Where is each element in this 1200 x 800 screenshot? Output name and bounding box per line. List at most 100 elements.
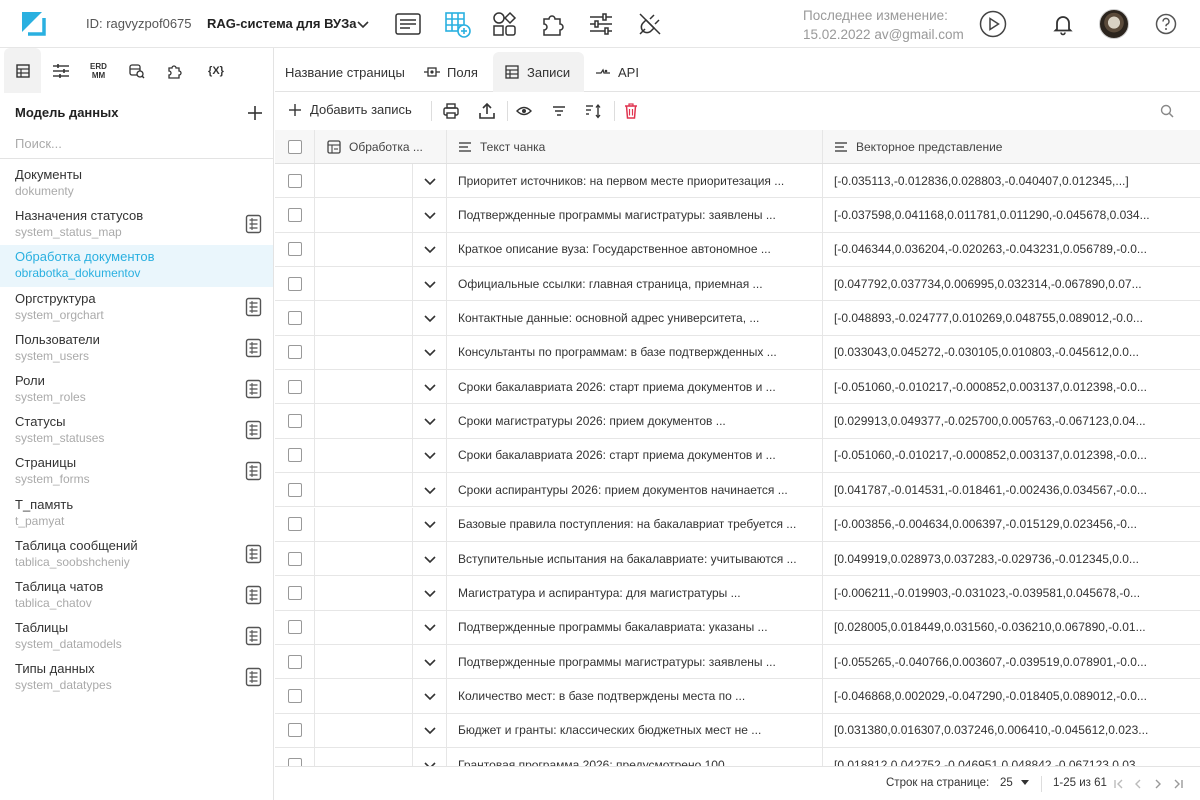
chevron-down-icon[interactable] bbox=[413, 198, 447, 232]
chunk-text-cell[interactable]: Грантовая программа 2026: предусмотрено … bbox=[447, 747, 823, 766]
row-checkbox[interactable] bbox=[287, 585, 302, 600]
sidebar-item-system_orgchart[interactable]: Оргструктура system_orgchart bbox=[0, 287, 273, 328]
chevron-down-icon[interactable] bbox=[413, 713, 447, 747]
vector-cell[interactable]: [0.031380,0.016307,0.037246,0.006410,-0.… bbox=[823, 714, 1200, 747]
processing-cell[interactable] bbox=[315, 507, 413, 541]
vector-cell[interactable]: [-0.055265,-0.040766,0.003607,-0.039519,… bbox=[823, 645, 1200, 678]
document-icon[interactable] bbox=[245, 544, 262, 564]
row-checkbox[interactable] bbox=[287, 654, 302, 669]
chevron-down-icon[interactable] bbox=[413, 267, 447, 301]
row-checkbox[interactable] bbox=[287, 482, 302, 497]
document-icon[interactable] bbox=[245, 297, 262, 317]
table-row[interactable]: Сроки бакалавриата 2026: старт приема до… bbox=[275, 370, 1200, 405]
row-checkbox[interactable] bbox=[287, 448, 302, 463]
chevron-down-icon[interactable] bbox=[413, 473, 447, 507]
table-row[interactable]: Приоритет источников: на первом месте пр… bbox=[275, 164, 1200, 199]
column-header-processing[interactable]: Обработка ... bbox=[315, 130, 447, 163]
chevron-down-icon[interactable] bbox=[413, 370, 447, 404]
row-checkbox-cell[interactable] bbox=[275, 610, 315, 644]
row-checkbox[interactable] bbox=[287, 620, 302, 635]
row-checkbox-cell[interactable] bbox=[275, 438, 315, 473]
sidebar-item-system_datatypes[interactable]: Типы данных system_datatypes bbox=[0, 657, 273, 698]
chevron-down-icon[interactable] bbox=[413, 610, 447, 644]
table-row[interactable]: Сроки аспирантуры 2026: прием документов… bbox=[275, 473, 1200, 508]
vector-cell[interactable]: [-0.037598,0.041168,0.011781,0.011290,-0… bbox=[823, 198, 1200, 231]
table-row[interactable]: Консультанты по программам: в базе подтв… bbox=[275, 335, 1200, 371]
chunk-text-cell[interactable]: Сроки бакалавриата 2026: старт приема до… bbox=[447, 438, 823, 473]
chunk-text-cell[interactable]: Магистратура и аспирантура: для магистра… bbox=[447, 576, 823, 610]
search-icon[interactable] bbox=[1157, 101, 1177, 121]
vector-cell[interactable]: [-0.051060,-0.010217,-0.000852,0.003137,… bbox=[823, 439, 1200, 472]
chevron-down-icon[interactable] bbox=[413, 541, 447, 576]
processing-cell[interactable] bbox=[315, 301, 413, 335]
print-icon[interactable] bbox=[441, 101, 461, 121]
row-checkbox[interactable] bbox=[287, 242, 302, 257]
row-checkbox-cell[interactable] bbox=[275, 507, 315, 541]
select-all-checkbox-cell[interactable] bbox=[275, 130, 315, 163]
row-checkbox[interactable] bbox=[287, 173, 302, 188]
sidebar-item-tablica_soobshcheniy[interactable]: Таблица сообщений tablica_soobshcheniy bbox=[0, 534, 273, 575]
first-page-icon[interactable] bbox=[1112, 777, 1126, 791]
chevron-down-icon[interactable] bbox=[413, 164, 447, 198]
table-add-icon[interactable] bbox=[443, 10, 471, 38]
vector-cell[interactable]: [-0.046344,0.036204,-0.020263,-0.043231,… bbox=[823, 233, 1200, 266]
document-icon[interactable] bbox=[245, 585, 262, 605]
chunk-text-cell[interactable]: Приоритет источников: на первом месте пр… bbox=[447, 164, 823, 198]
row-checkbox-cell[interactable] bbox=[275, 713, 315, 747]
document-icon[interactable] bbox=[245, 626, 262, 646]
chunk-text-cell[interactable]: Подтвержденные программы магистратуры: з… bbox=[447, 644, 823, 679]
vector-cell[interactable]: [0.041787,-0.014531,-0.018461,-0.002436,… bbox=[823, 473, 1200, 506]
table-row[interactable]: Количество мест: в базе подтверждены мес… bbox=[275, 679, 1200, 714]
sort-icon[interactable] bbox=[583, 101, 603, 121]
form-view-icon[interactable] bbox=[394, 10, 422, 38]
table-row[interactable]: Подтвержденные программы бакалавриата: у… bbox=[275, 610, 1200, 645]
chunk-text-cell[interactable]: Сроки бакалавриата 2026: старт приема до… bbox=[447, 370, 823, 404]
vector-cell[interactable]: [0.047792,0.037734,0.006995,0.032314,-0.… bbox=[823, 267, 1200, 300]
user-avatar[interactable] bbox=[1099, 9, 1129, 39]
tab-page-name[interactable]: Название страницы bbox=[285, 52, 405, 92]
document-icon[interactable] bbox=[245, 379, 262, 399]
chunk-text-cell[interactable]: Вступительные испытания на бакалавриате:… bbox=[447, 541, 823, 576]
chevron-down-icon[interactable] bbox=[413, 232, 447, 267]
table-row[interactable]: Подтвержденные программы магистратуры: з… bbox=[275, 198, 1200, 233]
chevron-down-icon[interactable] bbox=[413, 438, 447, 473]
table-row[interactable]: Вступительные испытания на бакалавриате:… bbox=[275, 541, 1200, 577]
processing-cell[interactable] bbox=[315, 232, 413, 267]
row-checkbox[interactable] bbox=[287, 551, 302, 566]
processing-cell[interactable] bbox=[315, 541, 413, 576]
chunk-text-cell[interactable]: Количество мест: в базе подтверждены мес… bbox=[447, 679, 823, 713]
vector-cell[interactable]: [0.029913,0.049377,-0.025700,0.005763,-0… bbox=[823, 404, 1200, 437]
row-checkbox-cell[interactable] bbox=[275, 370, 315, 404]
row-checkbox[interactable] bbox=[287, 379, 302, 394]
processing-cell[interactable] bbox=[315, 576, 413, 610]
chunk-text-cell[interactable]: Подтвержденные программы магистратуры: з… bbox=[447, 198, 823, 232]
chunk-text-cell[interactable]: Краткое описание вуза: Государственное а… bbox=[447, 232, 823, 267]
row-checkbox-cell[interactable] bbox=[275, 576, 315, 610]
table-row[interactable]: Контактные данные: основной адрес универ… bbox=[275, 301, 1200, 336]
tab-tables[interactable] bbox=[4, 48, 41, 93]
processing-cell[interactable] bbox=[315, 198, 413, 232]
rows-per-page-select[interactable]: 25 bbox=[1000, 777, 1013, 789]
row-checkbox-cell[interactable] bbox=[275, 644, 315, 679]
sidebar-item-system_datamodels[interactable]: Таблицы system_datamodels bbox=[0, 616, 273, 657]
vector-cell[interactable]: [-0.046868,0.002029,-0.047290,-0.018405,… bbox=[823, 679, 1200, 712]
sidebar-item-system_statuses[interactable]: Статусы system_statuses bbox=[0, 410, 273, 451]
filter-icon[interactable] bbox=[549, 101, 569, 121]
tab-settings[interactable] bbox=[42, 48, 79, 93]
processing-cell[interactable] bbox=[315, 164, 413, 198]
delete-icon[interactable] bbox=[621, 101, 641, 121]
table-row[interactable]: Сроки магистратуры 2026: прием документо… bbox=[275, 404, 1200, 439]
document-icon[interactable] bbox=[245, 420, 262, 440]
chunk-text-cell[interactable]: Сроки магистратуры 2026: прием документо… bbox=[447, 404, 823, 438]
tab-api[interactable]: API bbox=[595, 52, 639, 92]
puzzle-icon[interactable] bbox=[539, 10, 567, 38]
vector-cell[interactable]: [-0.006211,-0.019903,-0.031023,-0.039581… bbox=[823, 576, 1200, 609]
table-row[interactable]: Краткое описание вуза: Государственное а… bbox=[275, 232, 1200, 268]
processing-cell[interactable] bbox=[315, 610, 413, 644]
row-checkbox[interactable] bbox=[287, 688, 302, 703]
chevron-down-icon[interactable] bbox=[413, 335, 447, 370]
row-checkbox-cell[interactable] bbox=[275, 541, 315, 576]
row-checkbox-cell[interactable] bbox=[275, 164, 315, 198]
chevron-down-icon[interactable] bbox=[413, 301, 447, 335]
add-record-button[interactable]: Добавить запись bbox=[289, 102, 412, 117]
